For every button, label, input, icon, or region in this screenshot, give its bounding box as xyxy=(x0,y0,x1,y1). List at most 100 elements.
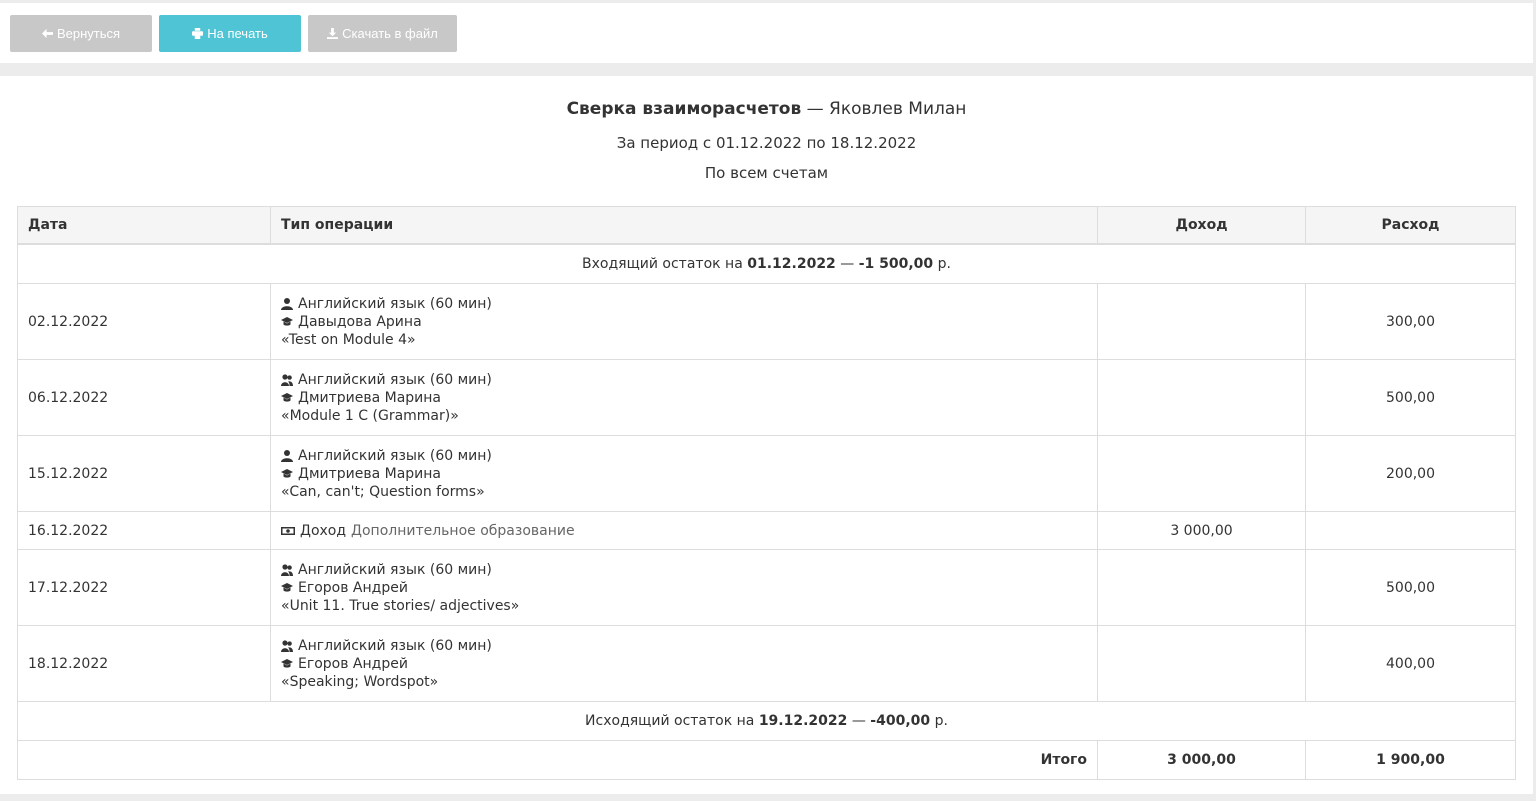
graduation-cap-icon xyxy=(281,392,293,402)
money-bill-icon xyxy=(281,526,295,535)
totals-expense: 1 900,00 xyxy=(1376,752,1445,768)
report-scope: По всем счетам xyxy=(704,164,829,182)
opening-prefix: Входящий остаток на xyxy=(582,256,743,272)
graduation-cap-icon xyxy=(281,316,293,326)
opening-suffix: р. xyxy=(937,256,951,272)
header-date: Дата xyxy=(18,207,271,243)
row-income xyxy=(1098,550,1306,625)
row-operation: Английский язык (60 мин) Егоров Андрей «… xyxy=(271,626,1098,701)
graduation-cap-icon xyxy=(281,468,293,478)
user-icon xyxy=(281,297,293,310)
row-expense: 400,00 xyxy=(1386,655,1435,672)
row-operation: Английский язык (60 мин) Дмитриева Марин… xyxy=(271,360,1098,435)
user-icon xyxy=(281,449,293,462)
graduation-cap-icon xyxy=(281,582,293,592)
table-row: 17.12.2022 Английский язык (60 мин) Егор… xyxy=(18,550,1515,626)
opening-sep: — xyxy=(840,256,855,272)
back-button-label: Вернуться xyxy=(56,26,121,41)
opening-balance-row: Входящий остаток на 01.12.2022 — -1 500,… xyxy=(18,245,1515,284)
row-date: 02.12.2022 xyxy=(18,284,271,359)
header-type: Тип операции xyxy=(271,207,1098,243)
income-row-operation: Доход Дополнительное образование xyxy=(271,512,1098,549)
row-expense: 500,00 xyxy=(1386,389,1435,406)
closing-amount: -400,00 xyxy=(870,713,931,729)
totals-label: Итого xyxy=(271,741,1098,779)
table-header: Дата Тип операции Доход Расход xyxy=(18,207,1515,245)
download-button[interactable]: Скачать в файл xyxy=(308,15,457,52)
arrow-left-icon xyxy=(41,28,53,39)
income-row-expense xyxy=(1306,512,1515,549)
row-topic: «Module 1 C (Grammar)» xyxy=(281,407,459,424)
row-course: Английский язык (60 мин) xyxy=(298,561,492,578)
download-button-label: Скачать в файл xyxy=(342,26,438,41)
row-income xyxy=(1098,284,1306,359)
graduation-cap-icon xyxy=(281,658,293,668)
closing-balance: Исходящий остаток на 19.12.2022 — -400,0… xyxy=(18,702,1515,740)
row-course: Английский язык (60 мин) xyxy=(298,637,492,654)
table-row: 15.12.2022 Английский язык (60 мин) Дмит… xyxy=(18,436,1515,512)
title-dash: — xyxy=(806,99,824,119)
row-topic: «Speaking; Wordspot» xyxy=(281,673,439,690)
print-button-label: На печать xyxy=(207,26,268,41)
row-teacher: Егоров Андрей xyxy=(298,655,408,672)
closing-sep: — xyxy=(851,713,866,729)
income-row: 16.12.2022 Доход Дополнительное образова… xyxy=(18,512,1515,550)
settlement-table: Дата Тип операции Доход Расход Входящий … xyxy=(17,206,1516,780)
table-row: 02.12.2022 Английский язык (60 мин) Давы… xyxy=(18,284,1515,360)
users-icon xyxy=(281,563,293,576)
header-income: Доход xyxy=(1098,207,1306,243)
row-teacher: Егоров Андрей xyxy=(298,579,408,596)
row-operation: Английский язык (60 мин) Давыдова Арина … xyxy=(271,284,1098,359)
row-income xyxy=(1098,436,1306,511)
row-course: Английский язык (60 мин) xyxy=(298,371,492,388)
row-course: Английский язык (60 мин) xyxy=(298,447,492,464)
row-date: 06.12.2022 xyxy=(18,360,271,435)
income-row-category: Дополнительное образование xyxy=(351,522,575,539)
income-row-label: Доход xyxy=(300,522,347,539)
print-button[interactable]: На печать xyxy=(159,15,301,52)
back-button[interactable]: Вернуться xyxy=(10,15,152,52)
row-date: 18.12.2022 xyxy=(18,626,271,701)
row-teacher: Дмитриева Марина xyxy=(298,465,442,482)
report-person: Яковлев Милан xyxy=(829,99,967,119)
row-expense: 500,00 xyxy=(1386,579,1435,596)
totals-spacer xyxy=(18,741,271,779)
income-row-income: 3 000,00 xyxy=(1098,512,1306,549)
report-period: За период с 01.12.2022 по 18.12.2022 xyxy=(616,134,917,152)
row-operation: Английский язык (60 мин) Егоров Андрей «… xyxy=(271,550,1098,625)
report-title-text: Сверка взаиморасчетов xyxy=(566,99,802,119)
users-icon xyxy=(281,639,293,652)
users-icon xyxy=(281,373,293,386)
opening-date: 01.12.2022 xyxy=(747,256,836,272)
row-operation: Английский язык (60 мин) Дмитриева Марин… xyxy=(271,436,1098,511)
income-row-date: 16.12.2022 xyxy=(18,512,271,549)
report-panel: Сверка взаиморасчетов — Яковлев Милан За… xyxy=(0,76,1533,794)
row-date: 15.12.2022 xyxy=(18,436,271,511)
opening-amount: -1 500,00 xyxy=(858,256,934,272)
row-topic: «Can, can't; Question forms» xyxy=(281,483,485,500)
row-course: Английский язык (60 мин) xyxy=(298,295,492,312)
table-row: 18.12.2022 Английский язык (60 мин) Егор… xyxy=(18,626,1515,702)
table-row: 06.12.2022 Английский язык (60 мин) Дмит… xyxy=(18,360,1515,436)
row-topic: «Unit 11. True stories/ adjectives» xyxy=(281,597,520,614)
row-teacher: Давыдова Арина xyxy=(298,313,422,330)
row-teacher: Дмитриева Марина xyxy=(298,389,442,406)
row-income xyxy=(1098,360,1306,435)
closing-date: 19.12.2022 xyxy=(758,713,848,729)
row-income xyxy=(1098,626,1306,701)
row-date: 17.12.2022 xyxy=(18,550,271,625)
header-expense: Расход xyxy=(1381,217,1440,233)
row-expense: 300,00 xyxy=(1386,313,1435,330)
printer-icon xyxy=(192,28,204,39)
report-title: Сверка взаиморасчетов — Яковлев Милан xyxy=(0,99,1533,119)
closing-suffix: р. xyxy=(934,713,948,729)
row-expense: 200,00 xyxy=(1386,465,1435,482)
download-icon xyxy=(327,28,339,39)
closing-prefix: Исходящий остаток на xyxy=(585,713,755,729)
closing-balance-row: Исходящий остаток на 19.12.2022 — -400,0… xyxy=(18,702,1515,741)
row-topic: «Test on Module 4» xyxy=(281,331,416,348)
totals-income: 3 000,00 xyxy=(1098,741,1306,779)
toolbar: Вернуться На печать Скачать в файл xyxy=(0,3,1533,63)
totals-row: Итого 3 000,00 1 900,00 xyxy=(18,741,1515,779)
opening-balance: Входящий остаток на 01.12.2022 — -1 500,… xyxy=(18,245,1515,283)
